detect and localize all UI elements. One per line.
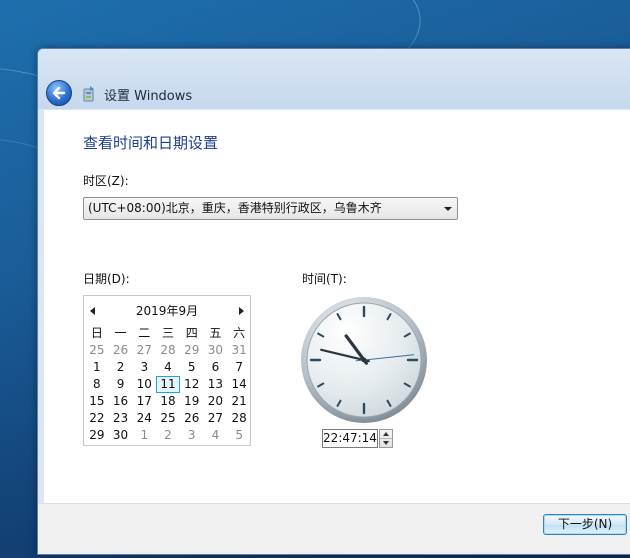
time-input[interactable]: 22:47:14 <box>322 429 378 448</box>
calendar-day[interactable]: 14 <box>227 376 251 393</box>
window-titlebar: 设置 Windows <box>38 49 630 109</box>
back-button[interactable] <box>46 80 72 106</box>
next-month-arrow-icon[interactable] <box>239 307 244 315</box>
timezone-label: 时区(Z): <box>83 174 129 188</box>
calendar-day[interactable]: 1 <box>132 427 156 444</box>
date-label: 日期(D): <box>83 272 130 286</box>
calendar-month-title[interactable]: 2019年9月 <box>84 302 250 319</box>
calendar-day[interactable]: 23 <box>109 410 133 427</box>
calendar-day[interactable]: 5 <box>227 427 251 444</box>
calendar-weekday: 日 <box>90 326 103 340</box>
spin-up-icon[interactable] <box>383 432 389 436</box>
calendar-weekday: 一 <box>114 326 127 340</box>
calendar-day[interactable]: 26 <box>180 410 204 427</box>
calendar-weekday: 三 <box>161 326 174 340</box>
time-label: 时间(T): <box>302 272 347 286</box>
calendar-day[interactable]: 25 <box>85 342 109 359</box>
calendar-day[interactable]: 27 <box>204 410 228 427</box>
calendar-day[interactable]: 6 <box>204 359 228 376</box>
calendar-day[interactable]: 28 <box>227 410 251 427</box>
calendar-day[interactable]: 31 <box>227 342 251 359</box>
clock-center <box>361 357 367 363</box>
content-area: 查看时间和日期设置 时区(Z): (UTC+08:00)北京，重庆，香港特别行政… <box>44 110 630 503</box>
next-button[interactable]: 下一步(N) <box>543 514 627 535</box>
calendar-day[interactable]: 13 <box>204 376 228 393</box>
calendar-day[interactable]: 25 <box>156 410 180 427</box>
calendar-day[interactable]: 29 <box>180 342 204 359</box>
date-calendar: 2019年9月 日一二三四五六 25 26 27 28 29 30 31 1 2 3 4 5 6 7 8 9 10… <box>83 295 251 446</box>
analog-clock <box>301 297 427 423</box>
back-arrow-icon <box>52 86 66 100</box>
calendar-grid: 日一二三四五六 25 26 27 28 29 30 31 1 2 3 4 5 6 7 8 9 10 11 12 13 14… <box>85 325 251 444</box>
calendar-day[interactable]: 3 <box>180 427 204 444</box>
setup-window: 设置 Windows 查看时间和日期设置 时区(Z): (UTC+08:00)北… <box>37 48 630 555</box>
calendar-day[interactable]: 27 <box>132 342 156 359</box>
window-footer: 下一步(N) <box>38 503 630 554</box>
calendar-day[interactable]: 10 <box>132 376 156 393</box>
time-spinner[interactable] <box>379 429 393 448</box>
calendar-day[interactable]: 30 <box>204 342 228 359</box>
calendar-weekday: 六 <box>233 326 246 340</box>
calendar-day[interactable]: 21 <box>227 393 251 410</box>
calendar-day[interactable]: 5 <box>180 359 204 376</box>
timezone-value: (UTC+08:00)北京，重庆，香港特别行政区，乌鲁木齐 <box>88 201 382 215</box>
calendar-day[interactable]: 2 <box>109 359 133 376</box>
calendar-day[interactable]: 17 <box>132 393 156 410</box>
calendar-day[interactable]: 26 <box>109 342 133 359</box>
calendar-day[interactable]: 18 <box>156 393 180 410</box>
calendar-day[interactable]: 4 <box>204 427 228 444</box>
calendar-day[interactable]: 7 <box>227 359 251 376</box>
calendar-weekday: 二 <box>138 326 151 340</box>
chevron-down-icon <box>444 207 452 211</box>
calendar-weekday: 四 <box>185 326 198 340</box>
calendar-day[interactable]: 19 <box>180 393 204 410</box>
page-title: 查看时间和日期设置 <box>83 134 219 152</box>
spin-down-icon[interactable] <box>383 441 389 445</box>
calendar-day[interactable]: 3 <box>132 359 156 376</box>
calendar-day[interactable]: 12 <box>180 376 204 393</box>
calendar-day[interactable]: 4 <box>156 359 180 376</box>
calendar-day[interactable]: 9 <box>109 376 133 393</box>
calendar-day[interactable]: 8 <box>85 376 109 393</box>
calendar-day-selected[interactable]: 11 <box>156 376 180 393</box>
calendar-day[interactable]: 30 <box>109 427 133 444</box>
calendar-day[interactable]: 20 <box>204 393 228 410</box>
timezone-select[interactable]: (UTC+08:00)北京，重庆，香港特别行政区，乌鲁木齐 <box>83 197 458 220</box>
calendar-day[interactable]: 1 <box>85 359 109 376</box>
window-title: 设置 Windows <box>104 89 193 104</box>
calendar-day[interactable]: 2 <box>156 427 180 444</box>
calendar-day[interactable]: 22 <box>85 410 109 427</box>
calendar-weekday: 五 <box>209 326 222 340</box>
setup-app-icon <box>81 85 97 103</box>
calendar-day[interactable]: 16 <box>109 393 133 410</box>
spin-divider <box>380 438 392 439</box>
calendar-day[interactable]: 15 <box>85 393 109 410</box>
calendar-day[interactable]: 29 <box>85 427 109 444</box>
calendar-day[interactable]: 28 <box>156 342 180 359</box>
calendar-day[interactable]: 24 <box>132 410 156 427</box>
